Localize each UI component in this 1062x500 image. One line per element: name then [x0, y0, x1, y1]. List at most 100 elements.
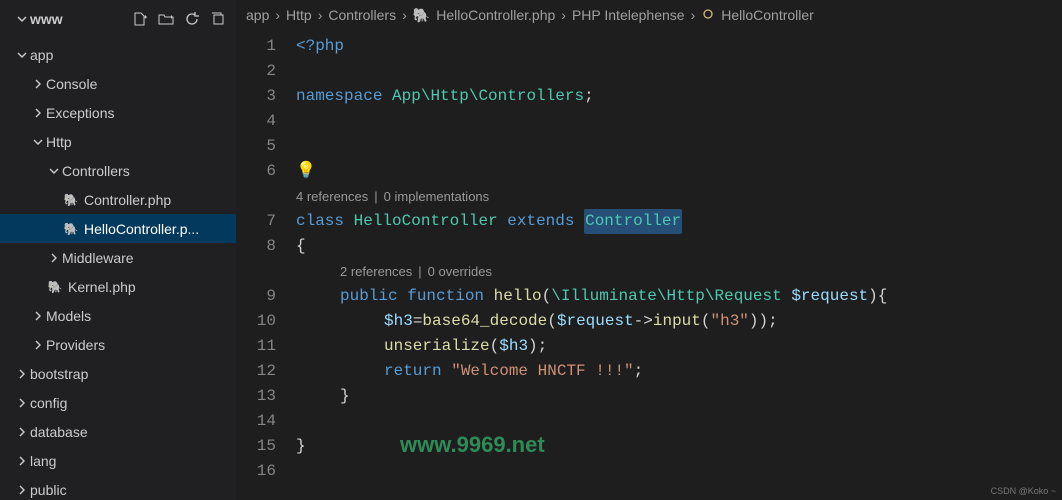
tree-label: Controller.php	[84, 192, 171, 208]
chevron-right-icon	[14, 366, 30, 382]
breadcrumb[interactable]: app › Http › Controllers › 🐘 HelloContro…	[236, 0, 1062, 30]
line-number: 15	[236, 434, 276, 459]
tree-folder-app[interactable]: app	[0, 40, 236, 69]
tree-folder-models[interactable]: Models	[0, 301, 236, 330]
code-line[interactable]: }	[296, 384, 1062, 409]
collapse-all-icon[interactable]	[206, 7, 230, 31]
code-line[interactable]: $h3 = base64_decode($request->input("h3"…	[296, 309, 1062, 334]
line-number-gutter: 1 2 3 4 5 6 7 8 9 10 11 12 13 14 15 16	[236, 34, 296, 500]
new-file-icon[interactable]	[128, 7, 152, 31]
class-symbol-icon	[701, 7, 715, 24]
line-number	[236, 184, 276, 209]
editor-pane: app › Http › Controllers › 🐘 HelloContro…	[236, 0, 1062, 500]
file-explorer: www app Console Exceptions Http Controll…	[0, 0, 236, 500]
code-line[interactable]: class HelloController extends Controller	[296, 209, 1062, 234]
code-line[interactable]	[296, 409, 1062, 434]
tree-label: Providers	[46, 337, 105, 353]
tree-file-hellocontroller[interactable]: 🐘 HelloController.p...	[0, 214, 236, 243]
code-line[interactable]: }	[296, 434, 1062, 459]
line-number: 13	[236, 384, 276, 409]
code-line[interactable]	[296, 59, 1062, 84]
tree-label: Controllers	[62, 163, 130, 179]
code-line[interactable]	[296, 109, 1062, 134]
tree-file-controller[interactable]: 🐘 Controller.php	[0, 185, 236, 214]
tree-folder-database[interactable]: database	[0, 417, 236, 446]
tree-folder-lang[interactable]: lang	[0, 446, 236, 475]
new-folder-icon[interactable]	[154, 7, 178, 31]
tree-label: lang	[30, 453, 56, 469]
chevron-down-icon[interactable]	[14, 11, 30, 27]
codelens-class[interactable]: 4 references|0 implementations	[296, 184, 1062, 209]
breadcrumb-segment[interactable]: HelloController	[721, 7, 814, 23]
tree-label: Models	[46, 308, 91, 324]
chevron-right-icon	[14, 482, 30, 498]
tree-folder-exceptions[interactable]: Exceptions	[0, 98, 236, 127]
line-number: 14	[236, 409, 276, 434]
chevron-right-icon	[30, 76, 46, 92]
code-line[interactable]: return "Welcome HNCTF !!!";	[296, 359, 1062, 384]
code-editor[interactable]: 1 2 3 4 5 6 7 8 9 10 11 12 13 14 15 16 <…	[236, 30, 1062, 500]
line-number: 16	[236, 459, 276, 484]
code-line[interactable]: <?php	[296, 34, 1062, 59]
code-line[interactable]	[296, 459, 1062, 484]
chevron-right-icon: ›	[689, 7, 698, 23]
code-line[interactable]	[296, 134, 1062, 159]
line-number: 12	[236, 359, 276, 384]
tree-folder-http[interactable]: Http	[0, 127, 236, 156]
codelens-method[interactable]: 2 references|0 overrides	[296, 259, 1062, 284]
chevron-right-icon: ›	[400, 7, 409, 23]
tree-folder-controllers[interactable]: Controllers	[0, 156, 236, 185]
code-line[interactable]: namespace App\Http\Controllers;	[296, 84, 1062, 109]
tree-label: Console	[46, 76, 97, 92]
chevron-right-icon	[14, 424, 30, 440]
tree-label: database	[30, 424, 88, 440]
chevron-right-icon: ›	[316, 7, 325, 23]
line-number: 7	[236, 209, 276, 234]
tree-folder-public[interactable]: public	[0, 475, 236, 500]
php-file-icon: 🐘	[46, 278, 64, 296]
tree-file-kernel[interactable]: 🐘 Kernel.php	[0, 272, 236, 301]
tree-folder-middleware[interactable]: Middleware	[0, 243, 236, 272]
file-tree: app Console Exceptions Http Controllers …	[0, 38, 236, 500]
chevron-down-icon	[14, 47, 30, 63]
lightbulb-icon[interactable]: 💡	[296, 159, 316, 184]
tree-folder-providers[interactable]: Providers	[0, 330, 236, 359]
chevron-down-icon	[46, 163, 62, 179]
code-line[interactable]: {	[296, 234, 1062, 259]
chevron-right-icon	[30, 105, 46, 121]
tree-folder-console[interactable]: Console	[0, 69, 236, 98]
breadcrumb-segment[interactable]: Controllers	[328, 7, 396, 23]
chevron-down-icon	[30, 134, 46, 150]
chevron-right-icon	[30, 308, 46, 324]
tree-label: app	[30, 47, 53, 63]
line-number: 9	[236, 284, 276, 309]
breadcrumb-segment[interactable]: PHP Intelephense	[572, 7, 685, 23]
line-number: 5	[236, 134, 276, 159]
tree-folder-bootstrap[interactable]: bootstrap	[0, 359, 236, 388]
line-number: 6	[236, 159, 276, 184]
line-number: 3	[236, 84, 276, 109]
chevron-right-icon: ›	[273, 7, 282, 23]
php-file-icon: 🐘	[413, 7, 430, 24]
chevron-right-icon	[14, 453, 30, 469]
chevron-right-icon	[14, 395, 30, 411]
refresh-icon[interactable]	[180, 7, 204, 31]
code-line[interactable]: 💡	[296, 159, 1062, 184]
chevron-right-icon: ›	[559, 7, 568, 23]
line-number	[236, 259, 276, 284]
tree-label: Exceptions	[46, 105, 114, 121]
breadcrumb-segment[interactable]: app	[246, 7, 269, 23]
code-content[interactable]: <?php namespace App\Http\Controllers; 💡 …	[296, 34, 1062, 500]
code-line[interactable]: unserialize($h3);	[296, 334, 1062, 359]
code-line[interactable]: public function hello(\Illuminate\Http\R…	[296, 284, 1062, 309]
chevron-right-icon	[30, 337, 46, 353]
tree-folder-config[interactable]: config	[0, 388, 236, 417]
tree-label: Kernel.php	[68, 279, 136, 295]
explorer-root-label: www	[30, 11, 128, 27]
tree-label: Middleware	[62, 250, 134, 266]
breadcrumb-segment[interactable]: HelloController.php	[436, 7, 555, 23]
explorer-header: www	[0, 0, 236, 38]
tree-label: Http	[46, 134, 72, 150]
tree-label: bootstrap	[30, 366, 88, 382]
breadcrumb-segment[interactable]: Http	[286, 7, 312, 23]
